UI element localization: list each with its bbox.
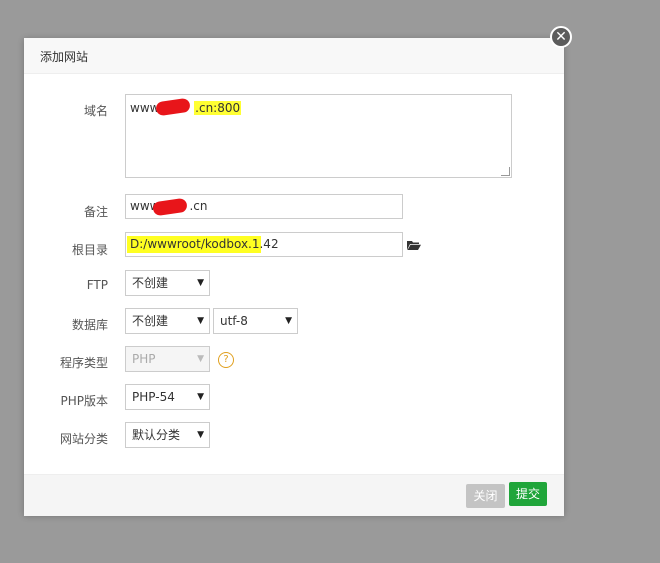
chevron-down-icon: ▼ xyxy=(197,430,204,440)
root-dir-input[interactable]: D:/wwwroot/kodbox.1.42 xyxy=(125,232,403,257)
charset-select[interactable]: utf-8 ▼ xyxy=(213,308,298,334)
database-select[interactable]: 不创建 ▼ xyxy=(125,308,210,334)
remark-input[interactable]: www .cn xyxy=(125,194,403,219)
chevron-down-icon: ▼ xyxy=(197,354,204,364)
site-category-label: 网站分类 xyxy=(59,432,108,446)
dialog-title: 添加网站 xyxy=(40,50,89,64)
chevron-down-icon: ▼ xyxy=(197,316,204,326)
chevron-down-icon: ▼ xyxy=(285,316,292,326)
ftp-label: FTP xyxy=(86,278,108,292)
folder-icon[interactable] xyxy=(407,240,421,250)
close-icon[interactable]: ✕ xyxy=(550,26,572,48)
add-site-dialog: 添加网站 域名 www. .cn:800 备注 www .cn 根目录 D:/www… xyxy=(24,38,564,516)
remark-label: 备注 xyxy=(83,205,108,219)
root-dir-value: D:/wwwroot/kodbox.1.42 xyxy=(130,237,279,251)
php-version-select[interactable]: PHP-54 ▼ xyxy=(125,384,210,410)
help-icon[interactable]: ? xyxy=(218,352,234,368)
root-dir-label: 根目录 xyxy=(71,243,108,257)
domain-label: 域名 xyxy=(83,104,108,118)
site-category-selected: 默认分类 xyxy=(132,428,181,442)
ftp-selected: 不创建 xyxy=(132,276,169,290)
program-type-selected: PHP xyxy=(132,352,156,366)
database-selected: 不创建 xyxy=(132,314,169,328)
php-version-selected: PHP-54 xyxy=(132,390,175,404)
chevron-down-icon: ▼ xyxy=(197,278,204,288)
submit-button[interactable]: 提交 xyxy=(509,482,547,506)
site-category-select[interactable]: 默认分类 ▼ xyxy=(125,422,210,448)
charset-selected: utf-8 xyxy=(220,314,248,328)
dialog-header: 添加网站 xyxy=(24,38,564,74)
program-type-select: PHP ▼ xyxy=(125,346,210,372)
remark-value-suffix: .cn xyxy=(189,199,208,213)
domain-textarea[interactable]: www. .cn:800 xyxy=(125,94,512,178)
chevron-down-icon: ▼ xyxy=(197,392,204,402)
close-button[interactable]: 关闭 xyxy=(466,484,505,508)
ftp-select[interactable]: 不创建 ▼ xyxy=(125,270,210,296)
textarea-resize-grip[interactable] xyxy=(501,167,510,176)
php-version-label: PHP版本 xyxy=(60,394,109,408)
domain-value-suffix: .cn:800 xyxy=(194,101,242,115)
dialog-footer: 关闭 提交 xyxy=(24,474,564,516)
program-type-label: 程序类型 xyxy=(59,356,108,370)
database-label: 数据库 xyxy=(71,318,108,332)
